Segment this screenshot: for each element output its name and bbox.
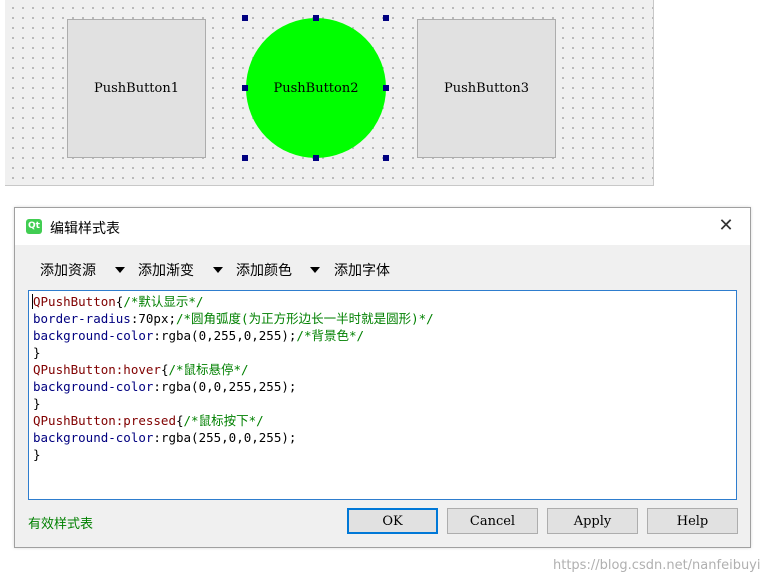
- editor-token: :rgba(255,0,0,255);: [153, 430, 297, 445]
- edit-stylesheet-dialog: Qt 编辑样式表 ✕ 添加资源 添加渐变 添加颜色 添加字体 QPushButt…: [14, 207, 751, 548]
- push-button-2-label: PushButton2: [273, 80, 359, 96]
- add-gradient-dropdown-icon[interactable]: [213, 267, 223, 273]
- push-button-1-label: PushButton1: [93, 81, 179, 96]
- selection-handle-top[interactable]: [313, 15, 319, 21]
- editor-token: /*背景色*/: [296, 328, 365, 343]
- ok-button[interactable]: OK: [347, 508, 438, 534]
- editor-token: background-color: [33, 379, 154, 394]
- cancel-button[interactable]: Cancel: [447, 508, 538, 534]
- push-button-1[interactable]: PushButton1: [67, 19, 206, 158]
- editor-line: }: [33, 446, 732, 463]
- close-icon[interactable]: ✕: [716, 215, 736, 237]
- push-button-2[interactable]: PushButton2: [246, 18, 386, 158]
- editor-token: QPushButton:hover: [33, 362, 161, 377]
- editor-token: :rgba(0,0,255,255);: [153, 379, 297, 394]
- editor-line: background-color:rgba(0,255,0,255);/*背景色…: [33, 327, 732, 344]
- editor-line: }: [33, 344, 732, 361]
- add-font-button[interactable]: 添加字体: [334, 260, 390, 280]
- form-canvas: PushButton1 PushButton2 PushButton3: [5, 0, 654, 186]
- editor-line: }: [33, 395, 732, 412]
- editor-line: border-radius:70px;/*圆角弧度(为正方形边长一半时就是圆形)…: [33, 310, 732, 327]
- selection-handle-right[interactable]: [383, 85, 389, 91]
- editor-line: background-color:rgba(255,0,0,255);: [33, 429, 732, 446]
- editor-token: :70px;: [130, 311, 176, 326]
- stylesheet-status: 有效样式表: [28, 517, 94, 532]
- apply-button[interactable]: Apply: [547, 508, 638, 534]
- editor-token: :rgba(0,255,0,255);: [153, 328, 297, 343]
- editor-line: background-color:rgba(0,0,255,255);: [33, 378, 732, 395]
- selection-handle-top-right[interactable]: [383, 15, 389, 21]
- add-color-dropdown-icon[interactable]: [310, 267, 320, 273]
- editor-line: QPushButton:hover{/*鼠标悬停*/: [33, 361, 732, 378]
- add-color-button[interactable]: 添加颜色: [236, 260, 292, 280]
- selection-handle-bottom-right[interactable]: [383, 155, 389, 161]
- editor-line: QPushButton:pressed{/*鼠标按下*/: [33, 412, 732, 429]
- push-button-3-label: PushButton3: [443, 81, 529, 96]
- selection-handle-top-left[interactable]: [242, 15, 248, 21]
- add-gradient-button[interactable]: 添加渐变: [138, 260, 194, 280]
- push-button-3[interactable]: PushButton3: [417, 19, 556, 158]
- editor-token: QPushButton:pressed: [33, 413, 176, 428]
- qt-logo-icon: Qt: [26, 219, 42, 234]
- editor-token: /*圆角弧度(为正方形边长一半时就是圆形)*/: [176, 311, 434, 326]
- add-resource-button[interactable]: 添加资源: [40, 260, 96, 280]
- selection-handle-bottom[interactable]: [313, 155, 319, 161]
- editor-token: }: [33, 396, 41, 411]
- dialog-titlebar: Qt 编辑样式表 ✕: [15, 208, 750, 245]
- add-resource-dropdown-icon[interactable]: [115, 267, 125, 273]
- editor-line: QPushButton{/*默认显示*/: [32, 293, 732, 310]
- editor-token: /*默认显示*/: [123, 294, 204, 309]
- watermark: https://blog.csdn.net/nanfeibuyi: [553, 558, 761, 573]
- dialog-title: 编辑样式表: [50, 221, 120, 237]
- selection-handle-left[interactable]: [242, 85, 248, 91]
- help-button[interactable]: Help: [647, 508, 738, 534]
- editor-token: }: [33, 447, 41, 462]
- editor-token: /*鼠标按下*/: [183, 413, 264, 428]
- editor-token: {: [176, 413, 184, 428]
- selection-handle-bottom-left[interactable]: [242, 155, 248, 161]
- stylesheet-editor[interactable]: QPushButton{/*默认显示*/border-radius:70px;/…: [28, 290, 737, 500]
- editor-token: border-radius: [33, 311, 131, 326]
- editor-token: }: [33, 345, 41, 360]
- editor-token: /*鼠标悬停*/: [168, 362, 249, 377]
- editor-token: background-color: [33, 328, 154, 343]
- editor-token: background-color: [33, 430, 154, 445]
- editor-token: QPushButton: [32, 294, 116, 309]
